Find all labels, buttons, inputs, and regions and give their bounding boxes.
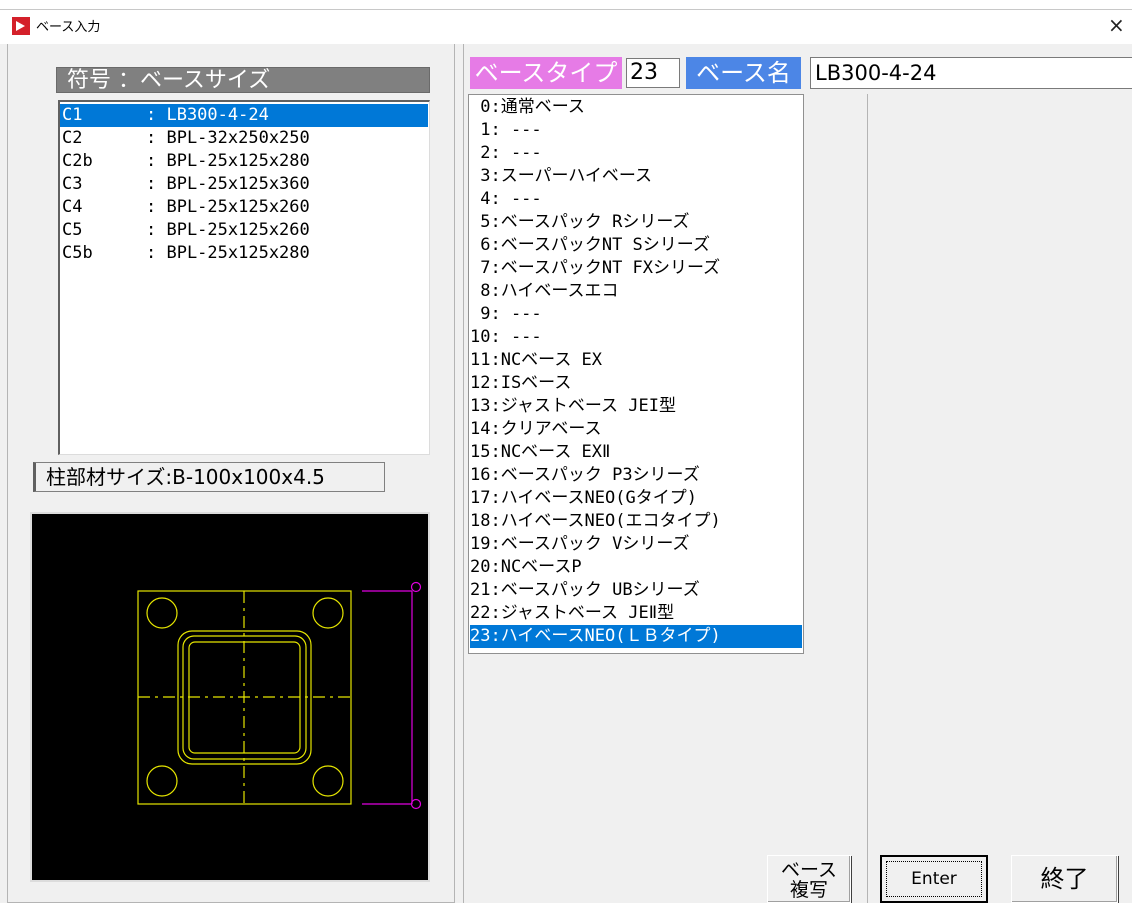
base-preview [30,512,430,882]
list-item-code: C2b [62,151,93,171]
list-item-size: : BPL-25x125x260 [146,220,310,240]
base-type-option[interactable]: 8:ハイベースエコ [470,280,802,303]
base-type-list[interactable]: 0:通常ベース 1: --- 2: --- 3:スーパーハイベース 4: ---… [468,94,804,654]
base-type-option[interactable]: 12:ISベース [470,372,802,395]
copy-base-label-line2: 複写 [789,879,828,901]
base-type-option[interactable]: 15:NCベース EXⅡ [470,441,802,464]
list-item[interactable]: C5b : BPL-25x125x280 [60,242,428,265]
base-type-label: ベースタイプ [470,57,622,89]
enter-button-label: Enter [886,861,982,897]
base-type-option[interactable]: 19:ベースパック Vシリーズ [470,533,802,556]
title-bar [0,10,1132,44]
list-item-code: C5 [62,220,83,240]
base-name-label: ベース名 [686,57,801,89]
base-type-option[interactable]: 10: --- [470,326,802,349]
base-type-option[interactable]: 2: --- [470,142,802,165]
base-type-option[interactable]: 3:スーパーハイベース [470,165,802,188]
list-item-code: C4 [62,197,83,217]
base-type-option[interactable]: 13:ジャストベース JEI型 [470,395,802,418]
anchor-hole [312,765,344,797]
list-item[interactable]: C2b : BPL-25x125x280 [60,150,428,173]
list-item[interactable]: C4 : BPL-25x125x260 [60,196,428,219]
list-item[interactable]: C1 : LB300-4-24 [60,104,428,127]
list-item-size: : LB300-4-24 [146,105,269,125]
close-icon[interactable]: × [1108,13,1125,37]
list-item[interactable]: C5 : BPL-25x125x260 [60,219,428,242]
exit-button[interactable]: 終了 [1011,855,1118,903]
base-type-option[interactable]: 17:ハイベースNEO(Gタイプ) [470,487,802,510]
copy-base-label-line1: ベース [780,859,838,881]
anchor-hole [146,765,178,797]
copy-base-button[interactable]: ベース 複写 [767,855,851,903]
list-item-size: : BPL-32x250x250 [146,128,310,148]
base-type-option[interactable]: 1: --- [470,119,802,142]
base-type-option[interactable]: 6:ベースパックNT Sシリーズ [470,234,802,257]
list-item-code: C3 [62,174,83,194]
enter-button[interactable]: Enter [880,855,988,903]
base-type-option[interactable]: 22:ジャストベース JEⅡ型 [470,602,802,625]
base-type-option[interactable]: 16:ベースパック P3シリーズ [470,464,802,487]
base-type-input[interactable]: 23 [626,58,680,88]
list-item[interactable]: C3 : BPL-25x125x360 [60,173,428,196]
list-item-size: : BPL-25x125x360 [146,174,310,194]
base-list[interactable]: C1 : LB300-4-24 C2 : BPL-32x250x250 C2b : BPL… [58,100,430,455]
base-type-option[interactable]: 9: --- [470,303,802,326]
window-title: ベース入力 [36,20,101,35]
base-type-option[interactable]: 7:ベースパックNT FXシリーズ [470,257,802,280]
base-type-option[interactable]: 23:ハイベースNEO(ＬＢタイプ) [470,625,802,648]
dimension-marker [410,581,422,593]
anchor-hole [146,597,178,629]
base-drawing [137,581,422,810]
list-item-code: C2 [62,128,83,148]
base-type-option[interactable]: 0:通常ベース [470,96,802,119]
base-type-option[interactable]: 4: --- [470,188,802,211]
app-icon [12,17,30,35]
list-item-code: C5b [62,243,93,263]
list-item-size: : BPL-25x125x280 [146,151,310,171]
base-type-option[interactable]: 18:ハイベースNEO(エコタイプ) [470,510,802,533]
member-size-label: 柱部材サイズ:B-100x100x4.5 [33,462,385,492]
list-item[interactable]: C2 : BPL-32x250x250 [60,127,428,150]
list-item-size: : BPL-25x125x260 [146,197,310,217]
base-type-option[interactable]: 5:ベースパック Rシリーズ [470,211,802,234]
base-type-option[interactable]: 21:ベースパック UBシリーズ [470,579,802,602]
base-type-option[interactable]: 11:NCベース EX [470,349,802,372]
list-item-code: C1 [62,105,83,125]
base-type-option[interactable]: 14:クリアベース [470,418,802,441]
dimension-marker [410,798,422,810]
panel-divider [867,94,868,903]
anchor-hole [312,597,344,629]
base-name-input[interactable]: LB300-4-24 [810,57,1132,89]
base-type-option[interactable]: 20:NCベースP [470,556,802,579]
list-item-size: : BPL-25x125x280 [146,243,310,263]
list-header: 符号 ：ベースサイズ [56,67,430,93]
